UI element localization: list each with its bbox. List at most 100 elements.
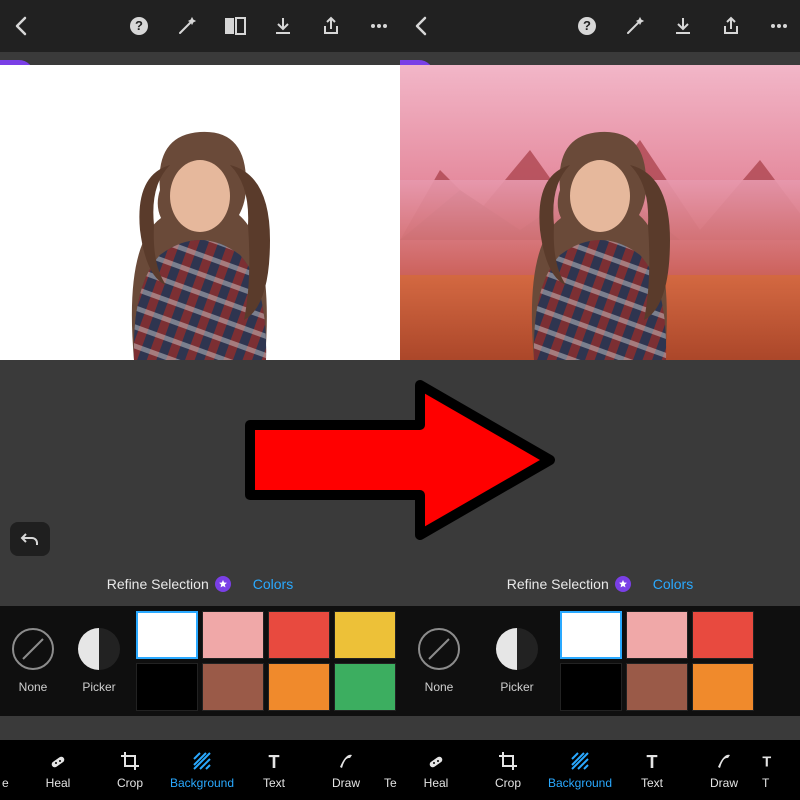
text-icon: T	[762, 750, 778, 772]
tool-label: Heal	[46, 776, 71, 790]
share-icon[interactable]	[720, 15, 742, 37]
color-swatch-area: None Picker	[400, 606, 800, 716]
draw-icon	[714, 750, 734, 772]
swatch-grid	[136, 611, 396, 711]
tool-draw[interactable]: Draw	[310, 750, 382, 790]
swatch-black[interactable]	[560, 663, 622, 711]
tool-crop[interactable]: Crop	[472, 750, 544, 790]
tool-label: Draw	[332, 776, 360, 790]
more-icon[interactable]	[768, 15, 790, 37]
tool-label: Heal	[424, 776, 449, 790]
picker-icon	[78, 628, 120, 670]
image-canvas-after[interactable]	[400, 65, 800, 360]
colors-tab[interactable]: Colors	[253, 576, 293, 592]
undo-button[interactable]	[10, 522, 50, 556]
background-icon	[570, 750, 590, 772]
compare-icon[interactable]	[224, 15, 246, 37]
tool-heal[interactable]: Heal	[22, 750, 94, 790]
back-icon[interactable]	[10, 15, 32, 37]
bottom-tool-strip: e Heal Crop Background T Text Draw	[0, 740, 400, 800]
swatch-white[interactable]	[560, 611, 622, 659]
tool-text[interactable]: T Text	[616, 750, 688, 790]
refine-label-text: Refine Selection	[507, 576, 609, 592]
crop-icon	[498, 750, 518, 772]
swatch-black[interactable]	[136, 663, 198, 711]
swatch-red[interactable]	[268, 611, 330, 659]
draw-icon	[336, 750, 356, 772]
tool-heal[interactable]: Heal	[400, 750, 472, 790]
help-icon[interactable]: ?	[576, 15, 598, 37]
tool-label: Te	[384, 776, 397, 790]
share-icon[interactable]	[320, 15, 342, 37]
bg-option-none[interactable]: None	[400, 628, 478, 694]
magic-wand-icon[interactable]	[176, 15, 198, 37]
picker-label: Picker	[82, 680, 115, 694]
tool-label: Text	[263, 776, 285, 790]
svg-text:T: T	[269, 752, 280, 771]
swatch-brown[interactable]	[202, 663, 264, 711]
magic-wand-icon[interactable]	[624, 15, 646, 37]
bg-option-picker[interactable]: Picker	[66, 628, 132, 694]
download-icon[interactable]	[272, 15, 294, 37]
subject-person	[500, 120, 700, 360]
none-icon	[418, 628, 460, 670]
tool-label: Draw	[710, 776, 738, 790]
svg-text:?: ?	[583, 18, 591, 33]
swatch-pink[interactable]	[202, 611, 264, 659]
tool-crop[interactable]: Crop	[94, 750, 166, 790]
heal-icon	[426, 750, 446, 772]
tool-cut-leading[interactable]: e	[0, 750, 22, 790]
tool-background[interactable]: Background	[166, 750, 238, 790]
refine-label-text: Refine Selection	[107, 576, 209, 592]
swatch-grid	[560, 611, 754, 711]
subject-person	[100, 120, 300, 360]
image-canvas-before[interactable]	[0, 65, 400, 360]
tool-draw[interactable]: Draw	[688, 750, 760, 790]
tool-label: Crop	[117, 776, 143, 790]
bottom-tool-strip: Heal Crop Background T Text Draw T T	[400, 740, 800, 800]
back-icon[interactable]	[410, 15, 432, 37]
swatch-gold[interactable]	[334, 611, 396, 659]
swatch-orange[interactable]	[692, 663, 754, 711]
swatch-orange[interactable]	[268, 663, 330, 711]
download-icon[interactable]	[672, 15, 694, 37]
tool-label: Background	[548, 776, 612, 790]
tool-label: Text	[641, 776, 663, 790]
none-label: None	[425, 680, 454, 694]
swatch-green[interactable]	[334, 663, 396, 711]
tool-label: T	[762, 776, 769, 790]
color-swatch-area: None Picker	[0, 606, 400, 716]
tool-cut-trailing[interactable]: T T	[760, 750, 782, 790]
tool-text[interactable]: T Text	[238, 750, 310, 790]
bg-option-none[interactable]: None	[0, 628, 66, 694]
tool-label: e	[2, 776, 9, 790]
svg-text:T: T	[647, 752, 658, 771]
picker-icon	[496, 628, 538, 670]
background-icon	[192, 750, 212, 772]
top-toolbar: ?	[0, 0, 400, 52]
tool-label: Background	[170, 776, 234, 790]
swatch-brown[interactable]	[626, 663, 688, 711]
tool-label: Crop	[495, 776, 521, 790]
heal-icon	[48, 750, 68, 772]
text-icon: T	[264, 750, 284, 772]
bg-option-picker[interactable]: Picker	[478, 628, 556, 694]
tool-background[interactable]: Background	[544, 750, 616, 790]
premium-star-icon	[215, 576, 231, 592]
colors-tab[interactable]: Colors	[653, 576, 693, 592]
swatch-red[interactable]	[692, 611, 754, 659]
text-icon: T	[642, 750, 662, 772]
refine-selection-button[interactable]: Refine Selection	[107, 576, 231, 592]
picker-label: Picker	[500, 680, 533, 694]
svg-text:T: T	[762, 755, 771, 771]
refine-selection-button[interactable]: Refine Selection	[507, 576, 631, 592]
none-icon	[12, 628, 54, 670]
more-icon[interactable]	[368, 15, 390, 37]
swatch-pink[interactable]	[626, 611, 688, 659]
refine-row: Refine Selection Colors	[0, 570, 400, 598]
help-icon[interactable]: ?	[128, 15, 150, 37]
editor-panel-after: ?	[400, 0, 800, 800]
none-label: None	[19, 680, 48, 694]
swatch-white[interactable]	[136, 611, 198, 659]
svg-text:?: ?	[135, 18, 143, 33]
